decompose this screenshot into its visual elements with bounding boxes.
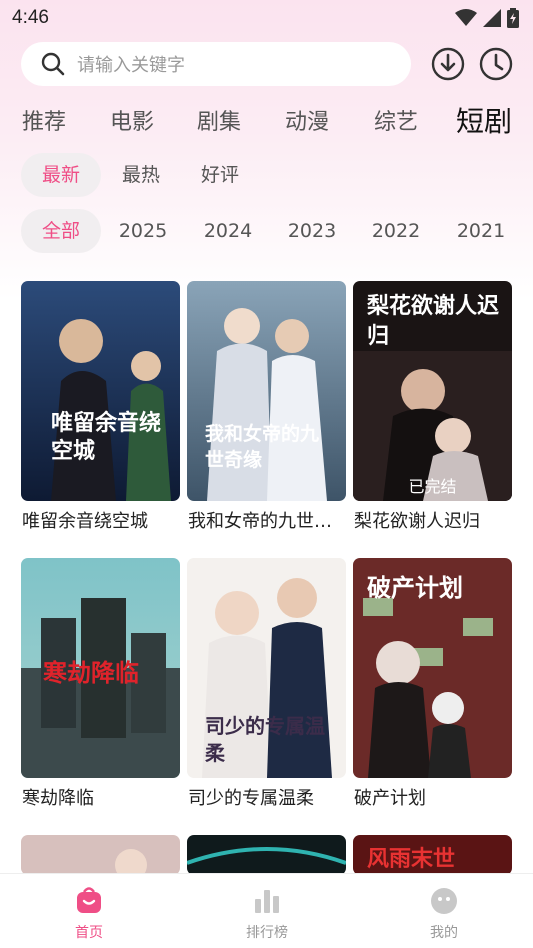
status-time: 4:46 bbox=[12, 7, 49, 28]
drama-card[interactable]: 唯留余音绕空城 唯留余音绕空城 bbox=[21, 281, 180, 532]
drama-card[interactable]: 司少的专属温柔 司少的专属温柔 bbox=[187, 558, 346, 809]
drama-card[interactable] bbox=[21, 835, 180, 875]
poster-title: 梨花欲谢人迟归 bbox=[367, 293, 500, 349]
profile-icon bbox=[431, 888, 457, 914]
tab-anime[interactable]: 动漫 bbox=[285, 104, 329, 136]
status-bar: 4:46 bbox=[0, 0, 533, 36]
drama-card[interactable]: 破产计划 破产计划 bbox=[353, 558, 512, 809]
poster-image: 梨花欲谢人迟归 已完结 bbox=[353, 281, 512, 501]
year-chip-2024[interactable]: 2024 bbox=[195, 209, 261, 253]
search-placeholder: 请输入关键字 bbox=[77, 55, 185, 76]
nav-home[interactable]: 首页 bbox=[29, 874, 149, 948]
tab-series[interactable]: 剧集 bbox=[197, 104, 241, 136]
nav-label-ranking: 排行榜 bbox=[246, 925, 288, 941]
poster-title: 风雨末世 bbox=[367, 846, 456, 872]
drama-card[interactable]: 梨花欲谢人迟归 已完结 梨花欲谢人迟归 bbox=[353, 281, 512, 532]
poster-title: 破产计划 bbox=[367, 573, 463, 602]
tab-variety[interactable]: 综艺 bbox=[374, 104, 418, 136]
card-title: 梨花欲谢人迟归 bbox=[354, 511, 480, 532]
bottom-navigation: 首页 排行榜 我的 bbox=[0, 873, 533, 948]
card-title: 破产计划 bbox=[354, 788, 426, 809]
year-chip-2025[interactable]: 2025 bbox=[110, 209, 176, 253]
sort-filter-row: 最新 最热 好评 bbox=[0, 153, 533, 197]
drama-card[interactable]: 我和女帝的九世奇缘 我和女帝的九世奇缘 bbox=[187, 281, 347, 532]
year-chip-all[interactable]: 全部 bbox=[21, 209, 101, 253]
poster-image: 司少的专属温柔 bbox=[187, 558, 346, 778]
poster-title: 唯留余音绕空城 bbox=[51, 410, 162, 464]
tab-recommend[interactable]: 推荐 bbox=[22, 104, 66, 136]
poster-image bbox=[187, 835, 346, 875]
home-icon bbox=[77, 887, 101, 913]
poster-image: 风雨末世 bbox=[353, 835, 512, 875]
tab-movie[interactable]: 电影 bbox=[110, 104, 154, 136]
card-title: 我和女帝的九世奇缘 bbox=[188, 511, 347, 532]
history-icon[interactable] bbox=[479, 47, 513, 81]
download-icon[interactable] bbox=[431, 47, 465, 81]
wifi-icon bbox=[455, 9, 477, 26]
nav-ranking[interactable]: 排行榜 bbox=[207, 874, 327, 948]
category-tabs: 推荐 电影 剧集 动漫 综艺 短剧 bbox=[0, 96, 533, 142]
poster-title: 我和女帝的九世奇缘 bbox=[205, 423, 320, 471]
year-chip-2021[interactable]: 2021 bbox=[448, 209, 514, 253]
nav-label-home: 首页 bbox=[75, 925, 103, 941]
poster-image: 唯留余音绕空城 bbox=[21, 281, 180, 501]
sort-chip-hottest[interactable]: 最热 bbox=[107, 153, 175, 197]
poster-title: 司少的专属温柔 bbox=[205, 714, 325, 765]
sort-chip-latest[interactable]: 最新 bbox=[21, 153, 101, 197]
search-icon bbox=[41, 52, 65, 76]
poster-image: 我和女帝的九世奇缘 bbox=[187, 281, 346, 501]
search-row: 请输入关键字 bbox=[21, 42, 521, 86]
poster-image: 破产计划 bbox=[353, 558, 512, 778]
search-input[interactable]: 请输入关键字 bbox=[21, 42, 411, 86]
ranking-icon bbox=[255, 890, 279, 913]
year-chip-2022[interactable]: 2022 bbox=[363, 209, 429, 253]
battery-icon bbox=[507, 8, 519, 28]
drama-card[interactable]: 风雨末世 bbox=[353, 835, 512, 875]
card-title: 唯留余音绕空城 bbox=[22, 511, 148, 532]
poster-image bbox=[21, 835, 180, 875]
nav-profile[interactable]: 我的 bbox=[384, 874, 504, 948]
card-title: 司少的专属温柔 bbox=[188, 788, 314, 809]
sort-chip-rating[interactable]: 好评 bbox=[186, 153, 254, 197]
drama-card[interactable] bbox=[187, 835, 346, 875]
card-title: 寒劫降临 bbox=[22, 788, 94, 809]
poster-title: 寒劫降临 bbox=[43, 658, 139, 687]
nav-label-profile: 我的 bbox=[430, 925, 458, 941]
year-chip-2023[interactable]: 2023 bbox=[279, 209, 345, 253]
status-icons bbox=[455, 8, 519, 28]
poster-image: 寒劫降临 bbox=[21, 558, 180, 778]
signal-icon bbox=[483, 9, 501, 27]
year-filter-row: 全部 2025 2024 2023 2022 2021 bbox=[0, 209, 533, 253]
drama-card[interactable]: 寒劫降临 寒劫降临 bbox=[21, 558, 180, 809]
status-badge: 已完结 bbox=[408, 477, 457, 496]
tab-short-drama[interactable]: 短剧 bbox=[456, 100, 512, 140]
